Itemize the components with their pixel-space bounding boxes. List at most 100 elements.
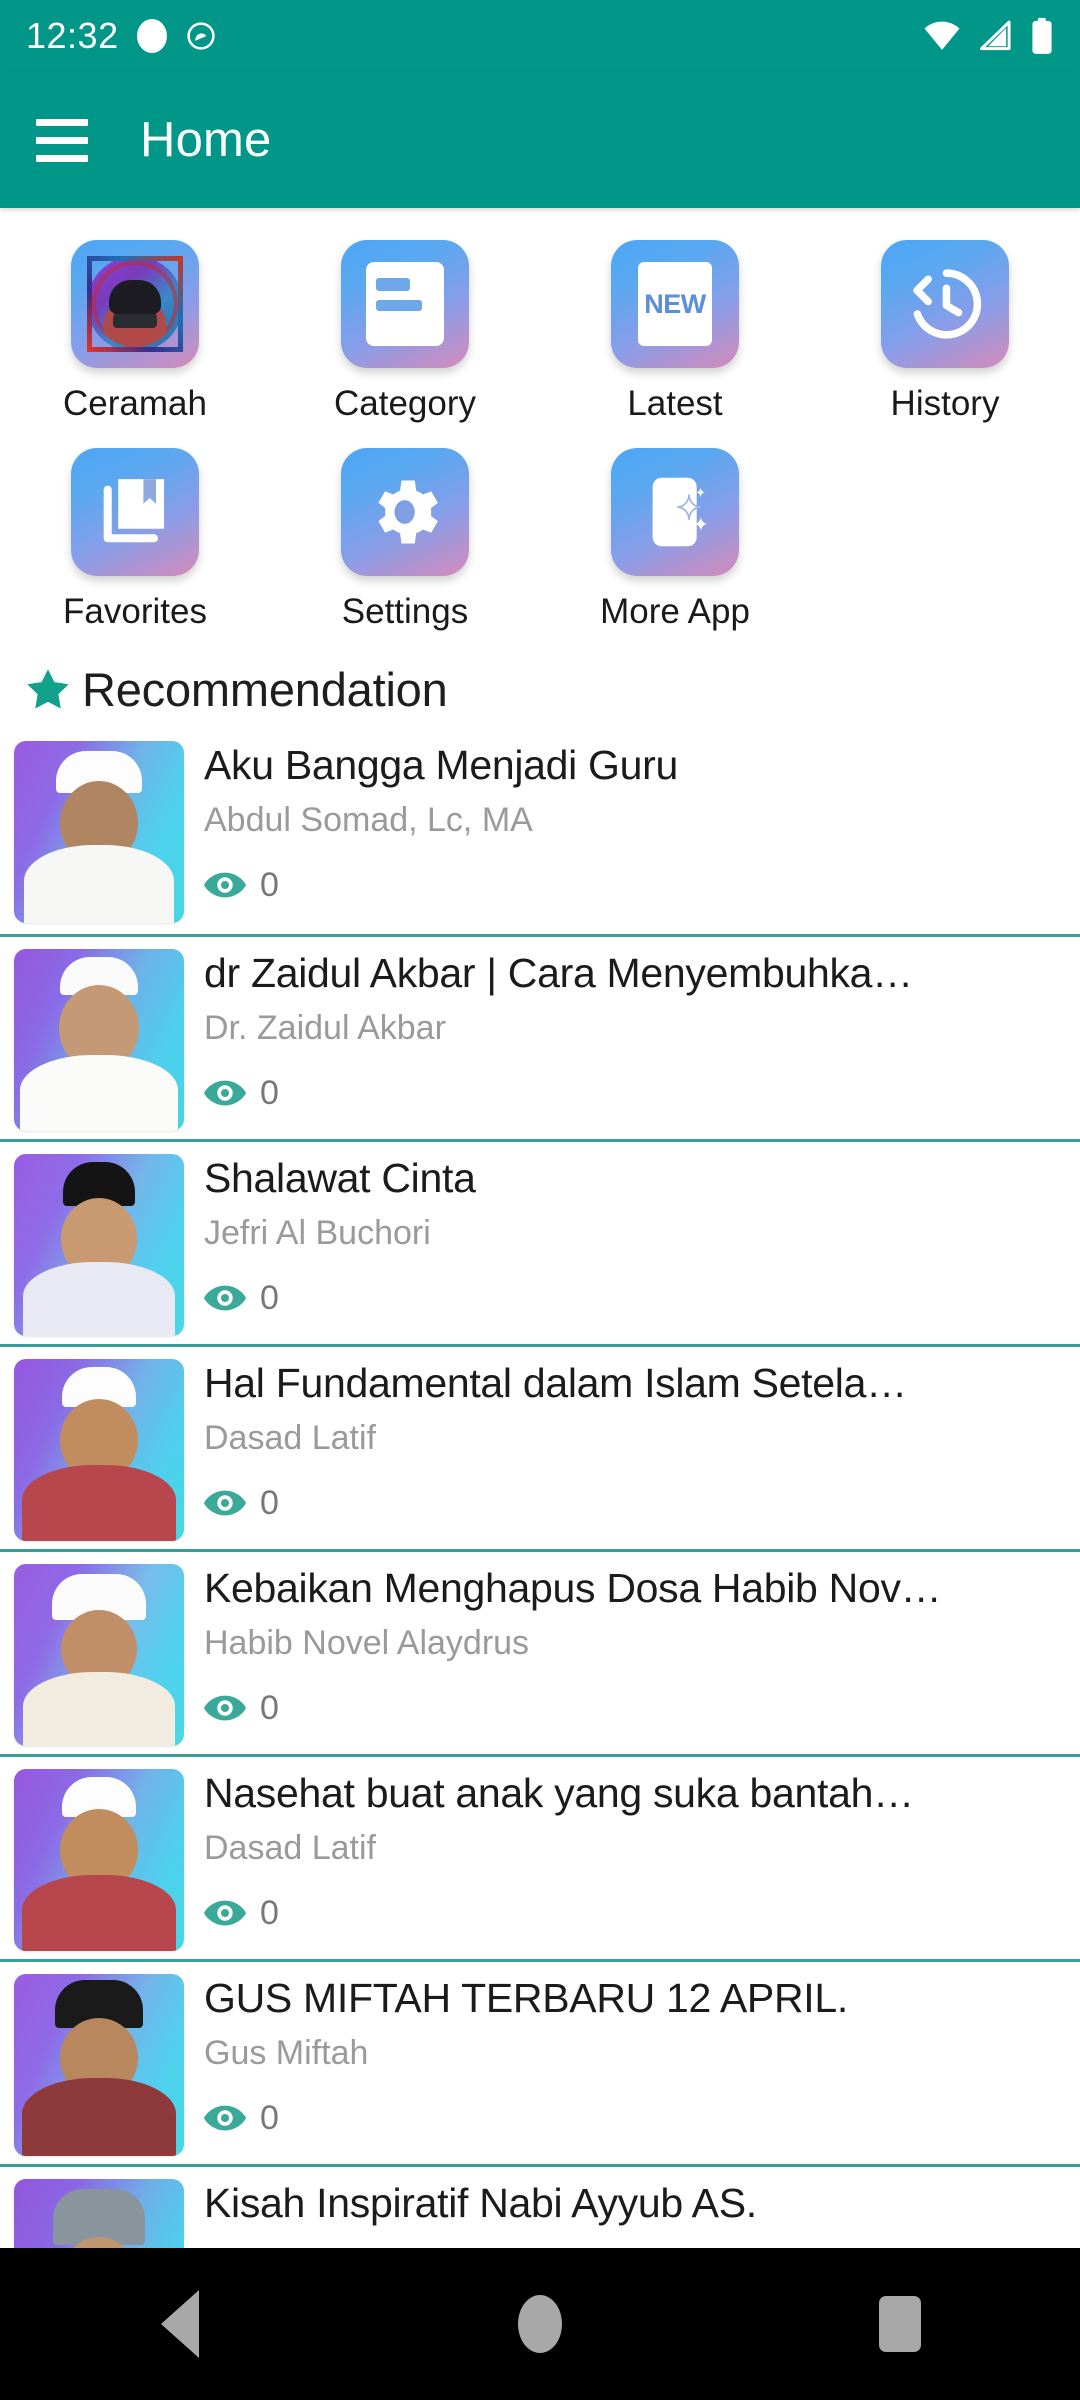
do-not-disturb-icon	[186, 22, 215, 50]
item-author: Dasad Latif	[204, 1418, 376, 1457]
list-item[interactable]: GUS MIFTAH TERBARU 12 APRIL. Gus Miftah …	[0, 1959, 1080, 2164]
list-item[interactable]: Aku Bangga Menjadi Guru Abdul Somad, Lc,…	[0, 729, 1080, 934]
document-list-icon	[366, 262, 444, 346]
cell-signal-icon	[980, 20, 1011, 51]
page-title: Home	[140, 113, 272, 167]
hamburger-menu-icon[interactable]	[36, 118, 88, 162]
eye-icon	[204, 1490, 246, 1516]
history-clock-icon	[913, 269, 982, 339]
item-author: Dr. Zaidul Akbar	[204, 1008, 446, 1047]
recommendation-list: Aku Bangga Menjadi Guru Abdul Somad, Lc,…	[0, 729, 1080, 2284]
home-circle-icon	[518, 2295, 562, 2353]
menu-grid-spacer	[810, 434, 1080, 642]
nav-home-button[interactable]	[480, 2279, 600, 2369]
item-title: Aku Bangga Menjadi Guru	[204, 743, 679, 788]
battery-icon	[1032, 17, 1052, 54]
item-text: Kisah Inspiratif Nabi Ayyub AS.	[184, 2179, 1066, 2239]
item-title: dr Zaidul Akbar | Cara Menyembuhka…	[204, 951, 913, 996]
item-text: Aku Bangga Menjadi Guru Abdul Somad, Lc,…	[184, 741, 1066, 905]
thumbnail	[14, 1974, 184, 2156]
eye-icon	[204, 1080, 246, 1106]
item-author: Abdul Somad, Lc, MA	[204, 800, 533, 839]
recent-square-icon	[879, 2296, 921, 2352]
menu-item-more-app[interactable]: More App	[540, 434, 810, 642]
item-title: Kisah Inspiratif Nabi Ayyub AS.	[204, 2181, 757, 2226]
menu-label-settings: Settings	[341, 592, 469, 631]
tile-ceramah	[71, 240, 199, 368]
item-text: dr Zaidul Akbar | Cara Menyembuhka… Dr. …	[184, 949, 1066, 1113]
wifi-icon	[924, 21, 960, 50]
item-author: Gus Miftah	[204, 2033, 369, 2072]
item-text: Shalawat Cinta Jefri Al Buchori 0	[184, 1154, 1066, 1318]
nav-back-button[interactable]	[120, 2279, 240, 2369]
views-count: 0	[260, 1278, 279, 1317]
new-badge-icon: NEW	[638, 262, 712, 346]
status-clock: 12:32	[26, 15, 119, 56]
tile-history	[881, 240, 1009, 368]
phone-sparkle-icon	[652, 477, 708, 547]
menu-item-ceramah[interactable]: Ceramah	[0, 226, 270, 434]
menu-item-category[interactable]: Category	[270, 226, 540, 434]
list-item[interactable]: Nasehat buat anak yang suka bantah… Dasa…	[0, 1754, 1080, 1959]
eye-icon	[204, 1695, 246, 1721]
item-title: Hal Fundamental dalam Islam Setela…	[204, 1361, 907, 1406]
app-bar: Home	[0, 72, 1080, 208]
system-nav-bar	[0, 2248, 1080, 2400]
views-count: 0	[260, 865, 279, 904]
thumbnail	[14, 1769, 184, 1951]
list-item[interactable]: Kebaikan Menghapus Dosa Habib Nov… Habib…	[0, 1549, 1080, 1754]
eye-icon	[204, 2105, 246, 2131]
nav-recent-button[interactable]	[840, 2279, 960, 2369]
tile-settings	[341, 448, 469, 576]
menu-item-settings[interactable]: Settings	[270, 434, 540, 642]
thumbnail	[14, 741, 184, 923]
status-bar: 12:32	[0, 0, 1080, 72]
list-item[interactable]: dr Zaidul Akbar | Cara Menyembuhka… Dr. …	[0, 934, 1080, 1139]
item-title: GUS MIFTAH TERBARU 12 APRIL.	[204, 1976, 848, 2021]
menu-label-history: History	[890, 384, 1000, 423]
menu-label-more-app: More App	[600, 592, 750, 631]
menu-label-latest: Latest	[627, 384, 723, 423]
back-triangle-icon	[161, 2290, 199, 2358]
item-author: Jefri Al Buchori	[204, 1213, 431, 1252]
item-views: 0	[204, 866, 1066, 905]
dot-icon	[136, 19, 167, 53]
eye-icon	[204, 1900, 246, 1926]
tile-category	[341, 240, 469, 368]
status-bar-right	[922, 17, 1054, 55]
tile-more-app	[611, 448, 739, 576]
menu-grid: Ceramah Category NEW Latest History Favo…	[0, 208, 1080, 646]
views-count: 0	[260, 1483, 279, 1522]
item-views: 0	[204, 1279, 1066, 1318]
gear-icon	[378, 480, 438, 544]
bookmark-book-icon	[103, 479, 165, 543]
list-item[interactable]: Hal Fundamental dalam Islam Setela… Dasa…	[0, 1344, 1080, 1549]
item-views: 0	[204, 1484, 1066, 1523]
item-title: Shalawat Cinta	[204, 1156, 476, 1201]
item-text: Nasehat buat anak yang suka bantah… Dasa…	[184, 1769, 1066, 1933]
thumbnail	[14, 1359, 184, 1541]
item-author: Dasad Latif	[204, 1828, 376, 1867]
menu-label-ceramah: Ceramah	[63, 384, 207, 423]
menu-label-favorites: Favorites	[63, 592, 207, 631]
item-title: Nasehat buat anak yang suka bantah…	[204, 1771, 914, 1816]
menu-item-favorites[interactable]: Favorites	[0, 434, 270, 642]
menu-label-category: Category	[333, 384, 477, 423]
section-header-recommendation: Recommendation	[0, 646, 1080, 729]
item-views: 0	[204, 2099, 1066, 2138]
avatar-icon	[87, 256, 183, 352]
views-count: 0	[260, 1893, 279, 1932]
views-count: 0	[260, 1073, 279, 1112]
section-title: Recommendation	[82, 663, 448, 716]
eye-icon	[204, 1285, 246, 1311]
tile-favorites	[71, 448, 199, 576]
item-text: GUS MIFTAH TERBARU 12 APRIL. Gus Miftah …	[184, 1974, 1066, 2138]
item-views: 0	[204, 1689, 1066, 1728]
list-item[interactable]: Shalawat Cinta Jefri Al Buchori 0	[0, 1139, 1080, 1344]
star-icon	[27, 668, 69, 709]
item-views: 0	[204, 1074, 1066, 1113]
thumbnail	[14, 949, 184, 1131]
menu-item-history[interactable]: History	[810, 226, 1080, 434]
views-count: 0	[260, 2098, 279, 2137]
menu-item-latest[interactable]: NEW Latest	[540, 226, 810, 434]
